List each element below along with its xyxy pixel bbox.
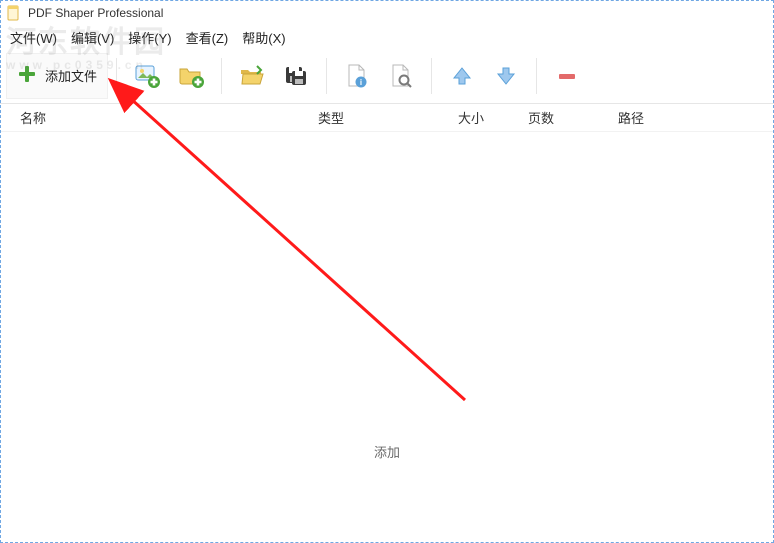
add-file-button[interactable]: 添加文件 bbox=[6, 53, 108, 99]
file-list[interactable]: 添加 bbox=[0, 132, 774, 522]
separator bbox=[326, 58, 327, 94]
title-bar: PDF Shaper Professional bbox=[0, 0, 774, 26]
add-image-button[interactable] bbox=[125, 53, 169, 99]
save-button[interactable] bbox=[274, 53, 318, 99]
menu-help[interactable]: 帮助(X) bbox=[242, 28, 285, 47]
menu-bar: 文件(W) 编辑(V) 操作(Y) 查看(Z) 帮助(X) bbox=[0, 26, 774, 48]
app-icon bbox=[6, 5, 22, 21]
svg-text:i: i bbox=[360, 78, 362, 87]
separator bbox=[221, 58, 222, 94]
document-preview-button[interactable] bbox=[379, 53, 423, 99]
col-header-name[interactable]: 名称 bbox=[0, 108, 310, 127]
window-title: PDF Shaper Professional bbox=[28, 6, 163, 20]
remove-button[interactable] bbox=[545, 53, 589, 99]
separator bbox=[116, 58, 117, 94]
open-folder-button[interactable] bbox=[230, 53, 274, 99]
document-info-button[interactable]: i bbox=[335, 53, 379, 99]
toolbar: 添加文件 bbox=[0, 48, 774, 104]
separator bbox=[431, 58, 432, 94]
col-header-path[interactable]: 路径 bbox=[610, 108, 774, 127]
col-header-size[interactable]: 大小 bbox=[450, 108, 520, 127]
column-headers: 名称 类型 大小 页数 路径 bbox=[0, 104, 774, 132]
empty-hint: 添加 bbox=[374, 442, 400, 461]
menu-file[interactable]: 文件(W) bbox=[10, 28, 57, 47]
menu-action[interactable]: 操作(Y) bbox=[128, 28, 171, 47]
separator bbox=[536, 58, 537, 94]
col-header-pages[interactable]: 页数 bbox=[520, 108, 610, 127]
col-header-type[interactable]: 类型 bbox=[310, 108, 450, 127]
menu-edit[interactable]: 编辑(V) bbox=[71, 28, 114, 47]
menu-view[interactable]: 查看(Z) bbox=[186, 28, 229, 47]
move-up-button[interactable] bbox=[440, 53, 484, 99]
add-file-label: 添加文件 bbox=[45, 66, 97, 85]
move-down-button[interactable] bbox=[484, 53, 528, 99]
plus-icon bbox=[17, 64, 37, 87]
add-folder-button[interactable] bbox=[169, 53, 213, 99]
